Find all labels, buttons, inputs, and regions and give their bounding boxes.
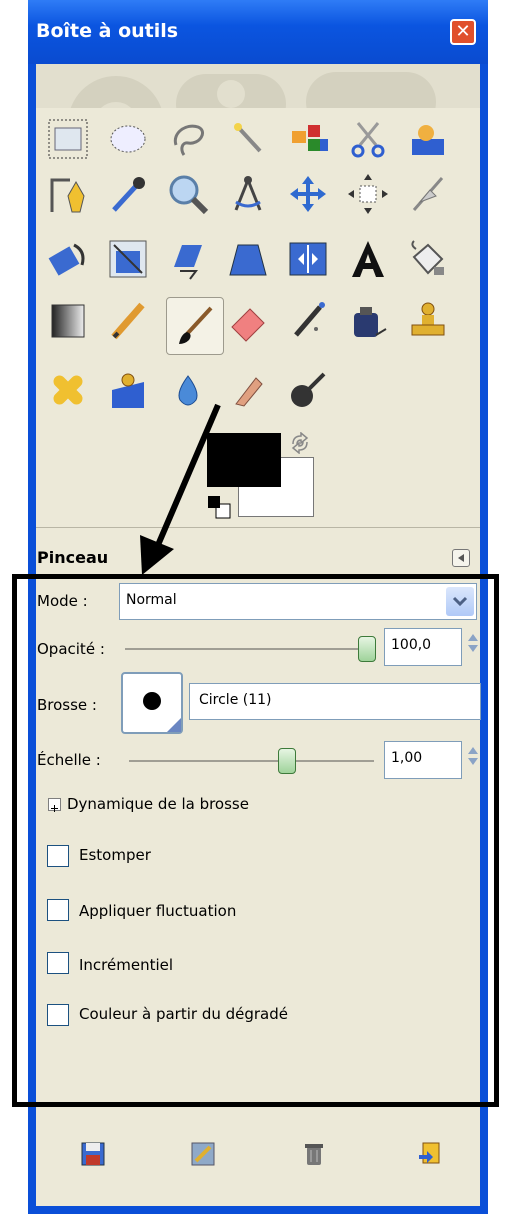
text-icon[interactable] (339, 230, 397, 288)
foreground-select-icon[interactable] (399, 110, 457, 168)
heal-icon[interactable] (39, 361, 97, 419)
reset-options-icon[interactable] (415, 1141, 441, 1167)
annotation-highlight-box (12, 574, 499, 1107)
close-icon[interactable]: ✕ (450, 19, 476, 45)
crop-knife-icon[interactable] (399, 165, 457, 223)
scissors-select-icon[interactable] (339, 110, 397, 168)
scale-icon[interactable] (99, 230, 157, 288)
fuzzy-select-wand-icon[interactable] (219, 110, 277, 168)
shear-icon[interactable] (159, 230, 217, 288)
tool-options-title: Pinceau (37, 548, 109, 567)
bucket-fill-icon[interactable] (399, 230, 457, 288)
free-select-lasso-icon[interactable] (159, 110, 217, 168)
rect-select-icon[interactable] (39, 110, 97, 168)
window-title: Boîte à outils (36, 20, 179, 42)
perspective-icon[interactable] (219, 230, 277, 288)
banner-decoration (36, 64, 480, 108)
swap-colors-icon[interactable] (289, 431, 311, 458)
select-by-color-icon[interactable] (279, 110, 337, 168)
align-icon[interactable] (339, 165, 397, 223)
paintbrush-icon[interactable] (166, 297, 224, 355)
color-picker-icon[interactable] (99, 165, 157, 223)
move-icon[interactable] (279, 165, 337, 223)
separator (36, 527, 480, 528)
ellipse-select-icon[interactable] (99, 110, 157, 168)
annotation-arrow (130, 395, 230, 589)
save-options-icon[interactable] (80, 1141, 106, 1167)
blend-gradient-icon[interactable] (39, 292, 97, 350)
airbrush-icon[interactable] (279, 292, 337, 350)
dodge-burn-icon[interactable] (279, 361, 337, 419)
ink-icon[interactable] (339, 292, 397, 350)
pencil-icon[interactable] (99, 292, 157, 350)
tab-menu-icon[interactable] (452, 549, 470, 567)
delete-options-icon[interactable] (301, 1141, 327, 1167)
flip-icon[interactable] (279, 230, 337, 288)
zoom-icon[interactable] (159, 165, 217, 223)
paths-pen-icon[interactable] (39, 165, 97, 223)
rotate-icon[interactable] (39, 230, 97, 288)
restore-options-icon[interactable] (190, 1141, 216, 1167)
eraser-icon[interactable] (219, 292, 277, 350)
clone-stamp-icon[interactable] (399, 292, 457, 350)
measure-compass-icon[interactable] (219, 165, 277, 223)
